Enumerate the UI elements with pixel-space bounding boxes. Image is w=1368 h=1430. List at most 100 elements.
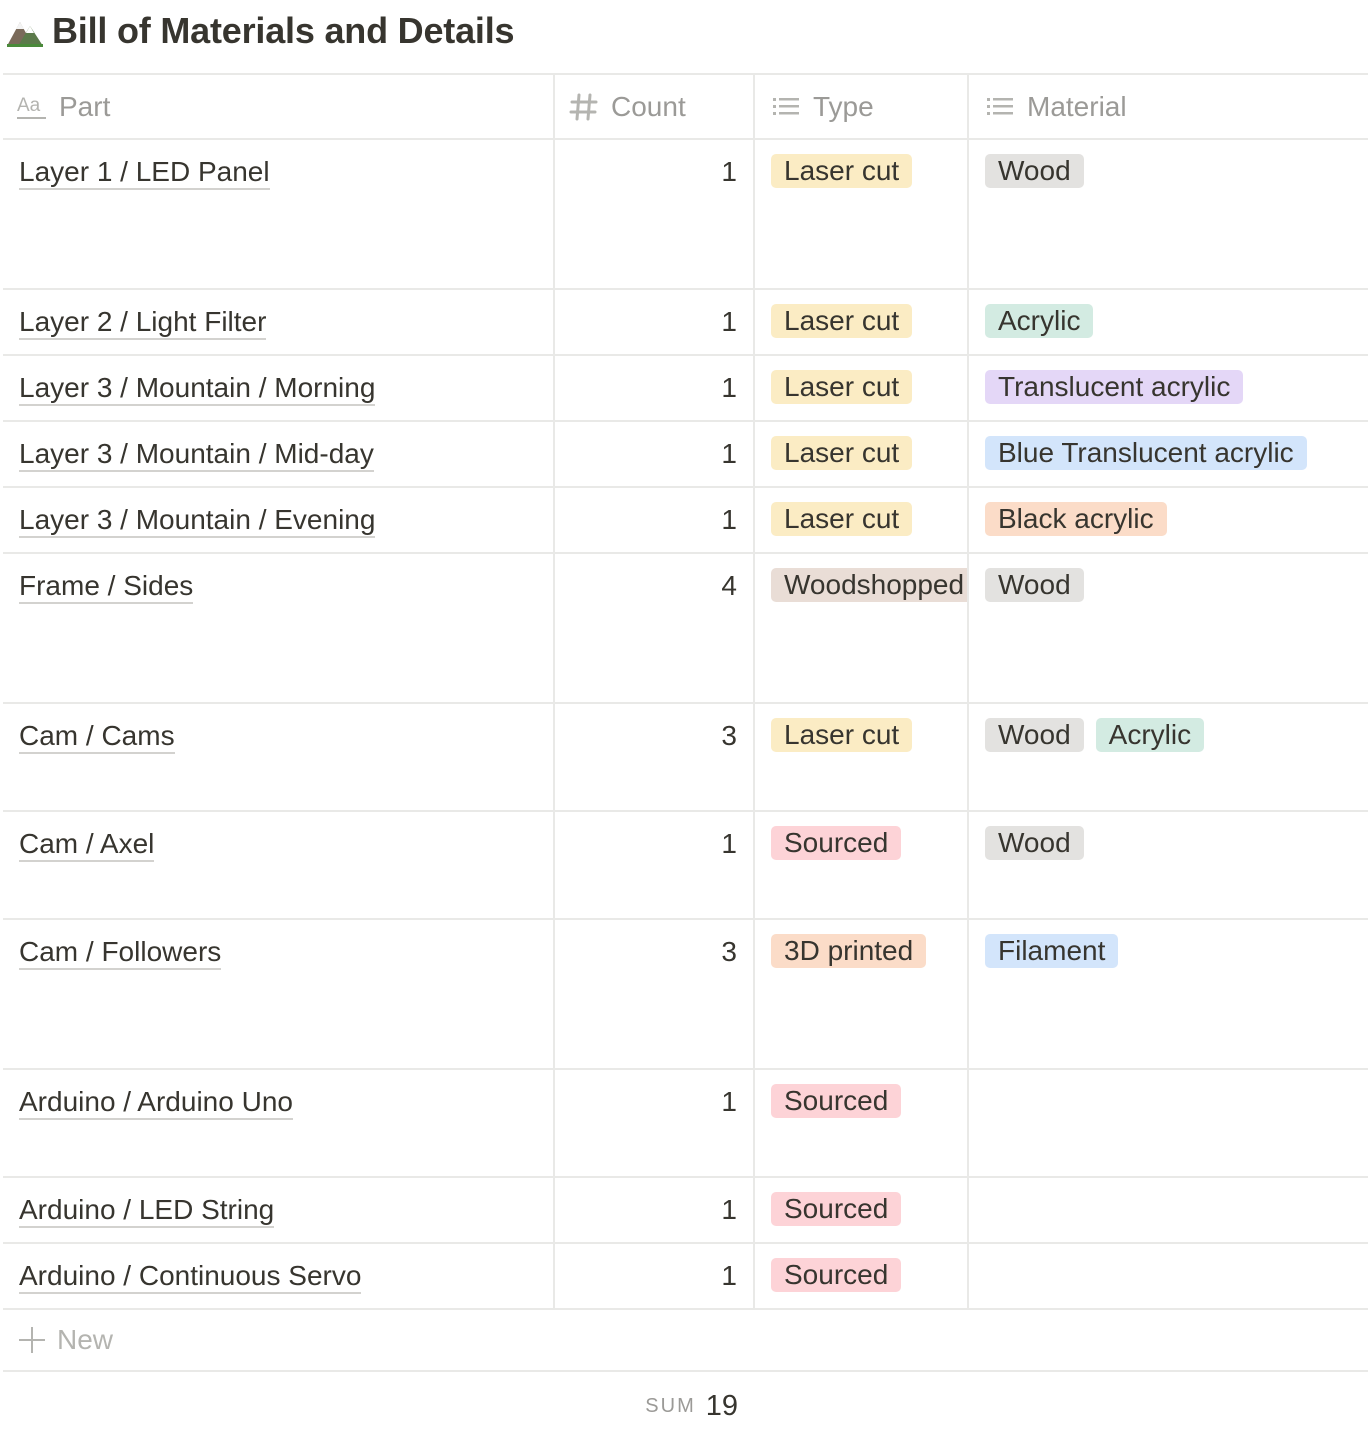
count-cell[interactable]: 3 (555, 920, 755, 1068)
table-row[interactable]: Layer 3 / Mountain / Evening 1 Laser cut Bl… (3, 488, 1368, 554)
count-cell[interactable]: 1 (555, 1244, 755, 1308)
type-cell[interactable]: Laser cut (755, 356, 969, 420)
part-cell[interactable]: Arduino / LED String (3, 1178, 555, 1242)
column-label: Part (59, 90, 111, 122)
part-title-link[interactable]: Layer 3 / Mountain / Morning (19, 372, 376, 406)
type-cell[interactable]: Laser cut (755, 704, 969, 810)
material-cell[interactable]: Blue Translucent acrylic (969, 422, 1368, 486)
material-tag: Black acrylic (985, 502, 1167, 536)
type-cell[interactable]: Sourced (755, 1244, 969, 1308)
type-cell[interactable]: Laser cut (755, 422, 969, 486)
part-title-link[interactable]: Layer 2 / Light Filter (19, 306, 267, 340)
type-cell[interactable]: Sourced (755, 1070, 969, 1176)
part-cell[interactable]: Layer 2 / Light Filter (3, 290, 555, 354)
type-cell[interactable]: Sourced (755, 812, 969, 918)
material-cell[interactable] (969, 1070, 1368, 1176)
plus-icon (19, 1327, 45, 1353)
part-cell[interactable]: Cam / Cams (3, 704, 555, 810)
part-cell[interactable]: Layer 3 / Mountain / Morning (3, 356, 555, 420)
material-tag: Wood (985, 826, 1084, 860)
svg-text:Aa: Aa (17, 95, 41, 116)
count-cell[interactable]: 3 (555, 704, 755, 810)
material-tag: Blue Translucent acrylic (985, 436, 1307, 470)
count-cell[interactable]: 1 (555, 488, 755, 552)
table-header: Aa Part Count Type Material (3, 73, 1368, 140)
part-title-link[interactable]: Cam / Cams (19, 720, 175, 754)
count-cell[interactable]: 1 (555, 290, 755, 354)
column-header-type[interactable]: Type (755, 75, 969, 138)
material-tag: Wood (985, 718, 1084, 752)
table-row[interactable]: Layer 3 / Mountain / Morning 1 Laser cut Tr… (3, 356, 1368, 422)
type-cell[interactable]: Laser cut (755, 140, 969, 288)
part-title-link[interactable]: Layer 1 / LED Panel (19, 156, 270, 190)
type-tag: Laser cut (771, 304, 913, 338)
material-cell[interactable]: Black acrylic (969, 488, 1368, 552)
table-body: Layer 1 / LED Panel 1 Laser cut Wood Layer 2… (3, 140, 1368, 1310)
count-value: 1 (721, 1194, 737, 1225)
count-value: 1 (721, 438, 737, 469)
part-title-link[interactable]: Frame / Sides (19, 570, 194, 604)
material-cell[interactable]: Filament (969, 920, 1368, 1068)
type-tag: Laser cut (771, 436, 913, 470)
column-label: Count (611, 90, 686, 122)
table-row[interactable]: Arduino / Arduino Uno 1 Sourced (3, 1070, 1368, 1178)
count-cell[interactable]: 1 (555, 422, 755, 486)
multiselect-property-icon (985, 92, 1015, 122)
material-cell[interactable]: Wood (969, 812, 1368, 918)
material-cell[interactable]: Wood Acrylic (969, 704, 1368, 810)
count-cell[interactable]: 1 (555, 356, 755, 420)
type-cell[interactable]: Laser cut (755, 488, 969, 552)
type-tag: 3D printed (771, 934, 927, 968)
count-cell[interactable]: 1 (555, 1178, 755, 1242)
column-header-material[interactable]: Material (969, 75, 1368, 138)
part-cell[interactable]: Layer 3 / Mountain / Evening (3, 488, 555, 552)
part-cell[interactable]: Frame / Sides (3, 554, 555, 702)
count-cell[interactable]: 1 (555, 140, 755, 288)
part-cell[interactable]: Layer 1 / LED Panel (3, 140, 555, 288)
column-header-count[interactable]: Count (555, 75, 755, 138)
part-title-link[interactable]: Cam / Followers (19, 936, 222, 970)
part-title-link[interactable]: Arduino / Continuous Servo (19, 1260, 362, 1294)
table-row[interactable]: Layer 3 / Mountain / Mid-day 1 Laser cut Bl… (3, 422, 1368, 488)
column-label: Material (1027, 90, 1127, 122)
part-cell[interactable]: Arduino / Arduino Uno (3, 1070, 555, 1176)
material-cell[interactable]: Wood (969, 140, 1368, 288)
table-row[interactable]: Layer 1 / LED Panel 1 Laser cut Wood (3, 140, 1368, 290)
type-tag: Sourced (771, 1258, 902, 1292)
table-row[interactable]: Frame / Sides 4 Woodshopped Wood (3, 554, 1368, 704)
table-row[interactable]: Cam / Axel 1 Sourced Wood (3, 812, 1368, 920)
page-header: Bill of Materials and Details (6, 6, 515, 56)
material-cell[interactable]: Translucent acrylic (969, 356, 1368, 420)
table-row[interactable]: Layer 2 / Light Filter 1 Laser cut Acrylic (3, 290, 1368, 356)
part-cell[interactable]: Cam / Axel (3, 812, 555, 918)
count-cell[interactable]: 1 (555, 812, 755, 918)
part-title-link[interactable]: Cam / Axel (19, 828, 155, 862)
part-cell[interactable]: Layer 3 / Mountain / Mid-day (3, 422, 555, 486)
material-cell[interactable] (969, 1244, 1368, 1308)
type-tag: Laser cut (771, 370, 913, 404)
table-row[interactable]: Cam / Followers 3 3D printed Filament (3, 920, 1368, 1070)
table-row[interactable]: Cam / Cams 3 Laser cut Wood Acrylic (3, 704, 1368, 812)
type-cell[interactable]: Laser cut (755, 290, 969, 354)
count-cell[interactable]: 4 (555, 554, 755, 702)
part-title-link[interactable]: Layer 3 / Mountain / Mid-day (19, 438, 374, 472)
add-new-row-button[interactable]: New (3, 1310, 1368, 1372)
type-cell[interactable]: Sourced (755, 1178, 969, 1242)
type-cell[interactable]: Woodshopped (755, 554, 969, 702)
count-cell[interactable]: 1 (555, 1070, 755, 1176)
part-title-link[interactable]: Layer 3 / Mountain / Evening (19, 504, 376, 538)
sum-value: 19 (705, 1389, 738, 1422)
table-row[interactable]: Arduino / Continuous Servo 1 Sourced (3, 1244, 1368, 1310)
part-title-link[interactable]: Arduino / LED String (19, 1194, 275, 1228)
type-cell[interactable]: 3D printed (755, 920, 969, 1068)
material-cell[interactable]: Acrylic (969, 290, 1368, 354)
part-cell[interactable]: Cam / Followers (3, 920, 555, 1068)
count-value: 1 (721, 504, 737, 535)
part-cell[interactable]: Arduino / Continuous Servo (3, 1244, 555, 1308)
count-sum-footer[interactable]: SUM 19 (554, 1386, 754, 1426)
table-row[interactable]: Arduino / LED String 1 Sourced (3, 1178, 1368, 1244)
material-cell[interactable]: Wood (969, 554, 1368, 702)
material-cell[interactable] (969, 1178, 1368, 1242)
part-title-link[interactable]: Arduino / Arduino Uno (19, 1086, 293, 1120)
column-header-part[interactable]: Aa Part (3, 75, 555, 138)
